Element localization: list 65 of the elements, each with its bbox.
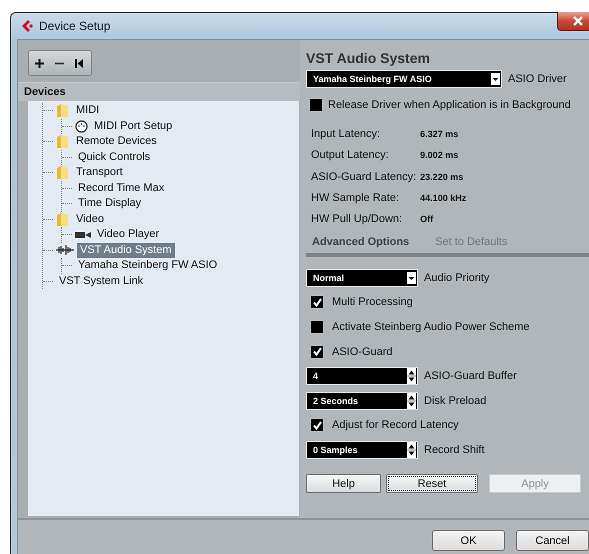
priority-dropdown[interactable]: Normal [306,268,418,287]
tree-item[interactable]: VST Audio System [77,242,175,258]
dialog-button[interactable]: OK [432,530,505,551]
tree-item[interactable]: Video Player [94,227,162,242]
tab[interactable]: Advanced Options [312,236,410,248]
field-label: ASIO Driver [508,72,567,87]
tree-item[interactable]: VST System Link [56,274,146,289]
info-value: 23.220 ms [420,170,464,184]
tree-item[interactable]: Video [73,212,107,227]
tree-item[interactable]: Remote Devices [73,134,160,150]
info-label: ASIO-Guard Latency: [311,170,416,185]
skip-back-icon [75,58,83,68]
camera-icon [75,230,91,239]
info-value: Off [420,213,434,226]
folder-icon [56,103,70,118]
folder-icon [56,212,70,227]
info-value: 6.327 ms [420,128,460,141]
checkbox[interactable] [311,296,323,308]
checkbox[interactable] [311,419,323,432]
tree-item[interactable]: Time Display [75,196,144,212]
checkbox[interactable] [310,99,322,111]
app-icon [21,19,33,33]
info-label: Output Latency: [311,148,390,164]
dialog-button[interactable]: Cancel [516,530,589,551]
spinner-arrows-icon [407,368,416,384]
field-label: ASIO-Guard Buffer [424,369,517,384]
driver-dropdown[interactable]: Yamaha Steinberg FW ASIO [306,70,502,88]
checkbox-label: Adjust for Record Latency [332,418,459,434]
folder-icon [56,134,70,150]
panel-title: VST Audio System [306,50,431,66]
tree-item[interactable]: Quick Controls [75,150,154,165]
checkbox[interactable] [311,346,323,358]
checkbox-label: Multi Processing [332,295,413,310]
window-title: Device Setup [39,19,110,33]
plus-icon [34,58,44,68]
info-value: 44.100 kHz [420,192,468,205]
spinner-field[interactable]: 0 Samples [306,440,418,459]
spinner-field[interactable]: 4 [306,367,418,386]
close-button[interactable] [557,12,589,31]
tree-item[interactable]: Transport [73,165,126,180]
waveform-icon [56,245,74,256]
midi-port-icon [75,120,88,133]
field-label: Record Shift [424,442,485,458]
spinner-arrows-icon [407,442,416,458]
panel-button[interactable]: Help [306,474,381,494]
close-icon [573,16,583,26]
checkbox-label: Release Driver when Application is in Background [328,98,571,113]
info-label: HW Sample Rate: [311,190,400,206]
field-label: Audio Priority [424,270,490,286]
tree-item[interactable]: Yamaha Steinberg FW ASIO [75,258,220,274]
field-label: Disk Preload [424,394,486,409]
checkbox[interactable] [311,320,323,333]
info-label: HW Pull Up/Down: [311,212,404,228]
folder-icon [56,165,70,180]
panel-button[interactable]: Reset [386,474,478,494]
checkbox-label: Activate Steinberg Audio Power Scheme [332,320,530,335]
spinner-arrows-icon [407,392,416,409]
checkbox-label: ASIO-Guard [332,344,393,360]
info-value: 9.002 ms [420,149,460,162]
spinner-field[interactable]: 2 Seconds [306,392,418,410]
tree-item[interactable]: Record Time Max [75,180,168,196]
devices-header: Devices [18,82,300,101]
tree-item[interactable]: MIDI Port Setup [91,118,176,134]
info-label: Input Latency: [311,127,382,142]
tree-item[interactable]: MIDI [73,103,102,118]
